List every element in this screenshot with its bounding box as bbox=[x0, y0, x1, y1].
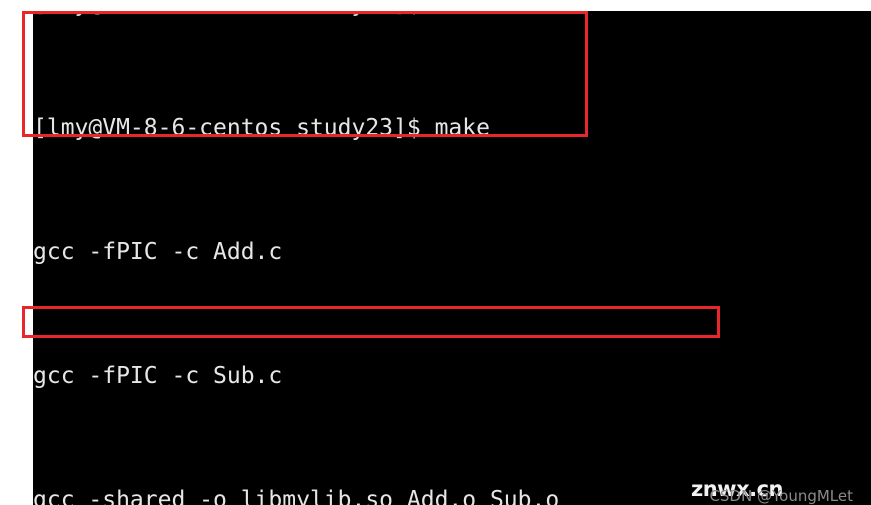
watermark-author: CSDN @YoungMLet bbox=[709, 487, 853, 505]
terminal-clipped-top-line: [lmy@VM-8-6-centos study23]$ ls bbox=[33, 11, 462, 20]
terminal-line-cmd-make: [lmy@VM-8-6-centos study23]$ make bbox=[33, 115, 490, 141]
terminal-line-gcc-shared: gcc -shared -o libmylib.so Add.o Sub.o bbox=[33, 487, 560, 505]
terminal-window[interactable]: [lmy@VM-8-6-centos study23]$ ls [lmy@VM-… bbox=[33, 11, 871, 505]
terminal-output: [lmy@VM-8-6-centos study23]$ make gcc -f… bbox=[33, 20, 781, 505]
screenshot-root: [lmy@VM-8-6-centos study23]$ ls [lmy@VM-… bbox=[0, 0, 871, 505]
terminal-line-gcc-sub: gcc -fPIC -c Sub.c bbox=[33, 363, 283, 389]
terminal-line-gcc-add: gcc -fPIC -c Add.c bbox=[33, 239, 283, 265]
